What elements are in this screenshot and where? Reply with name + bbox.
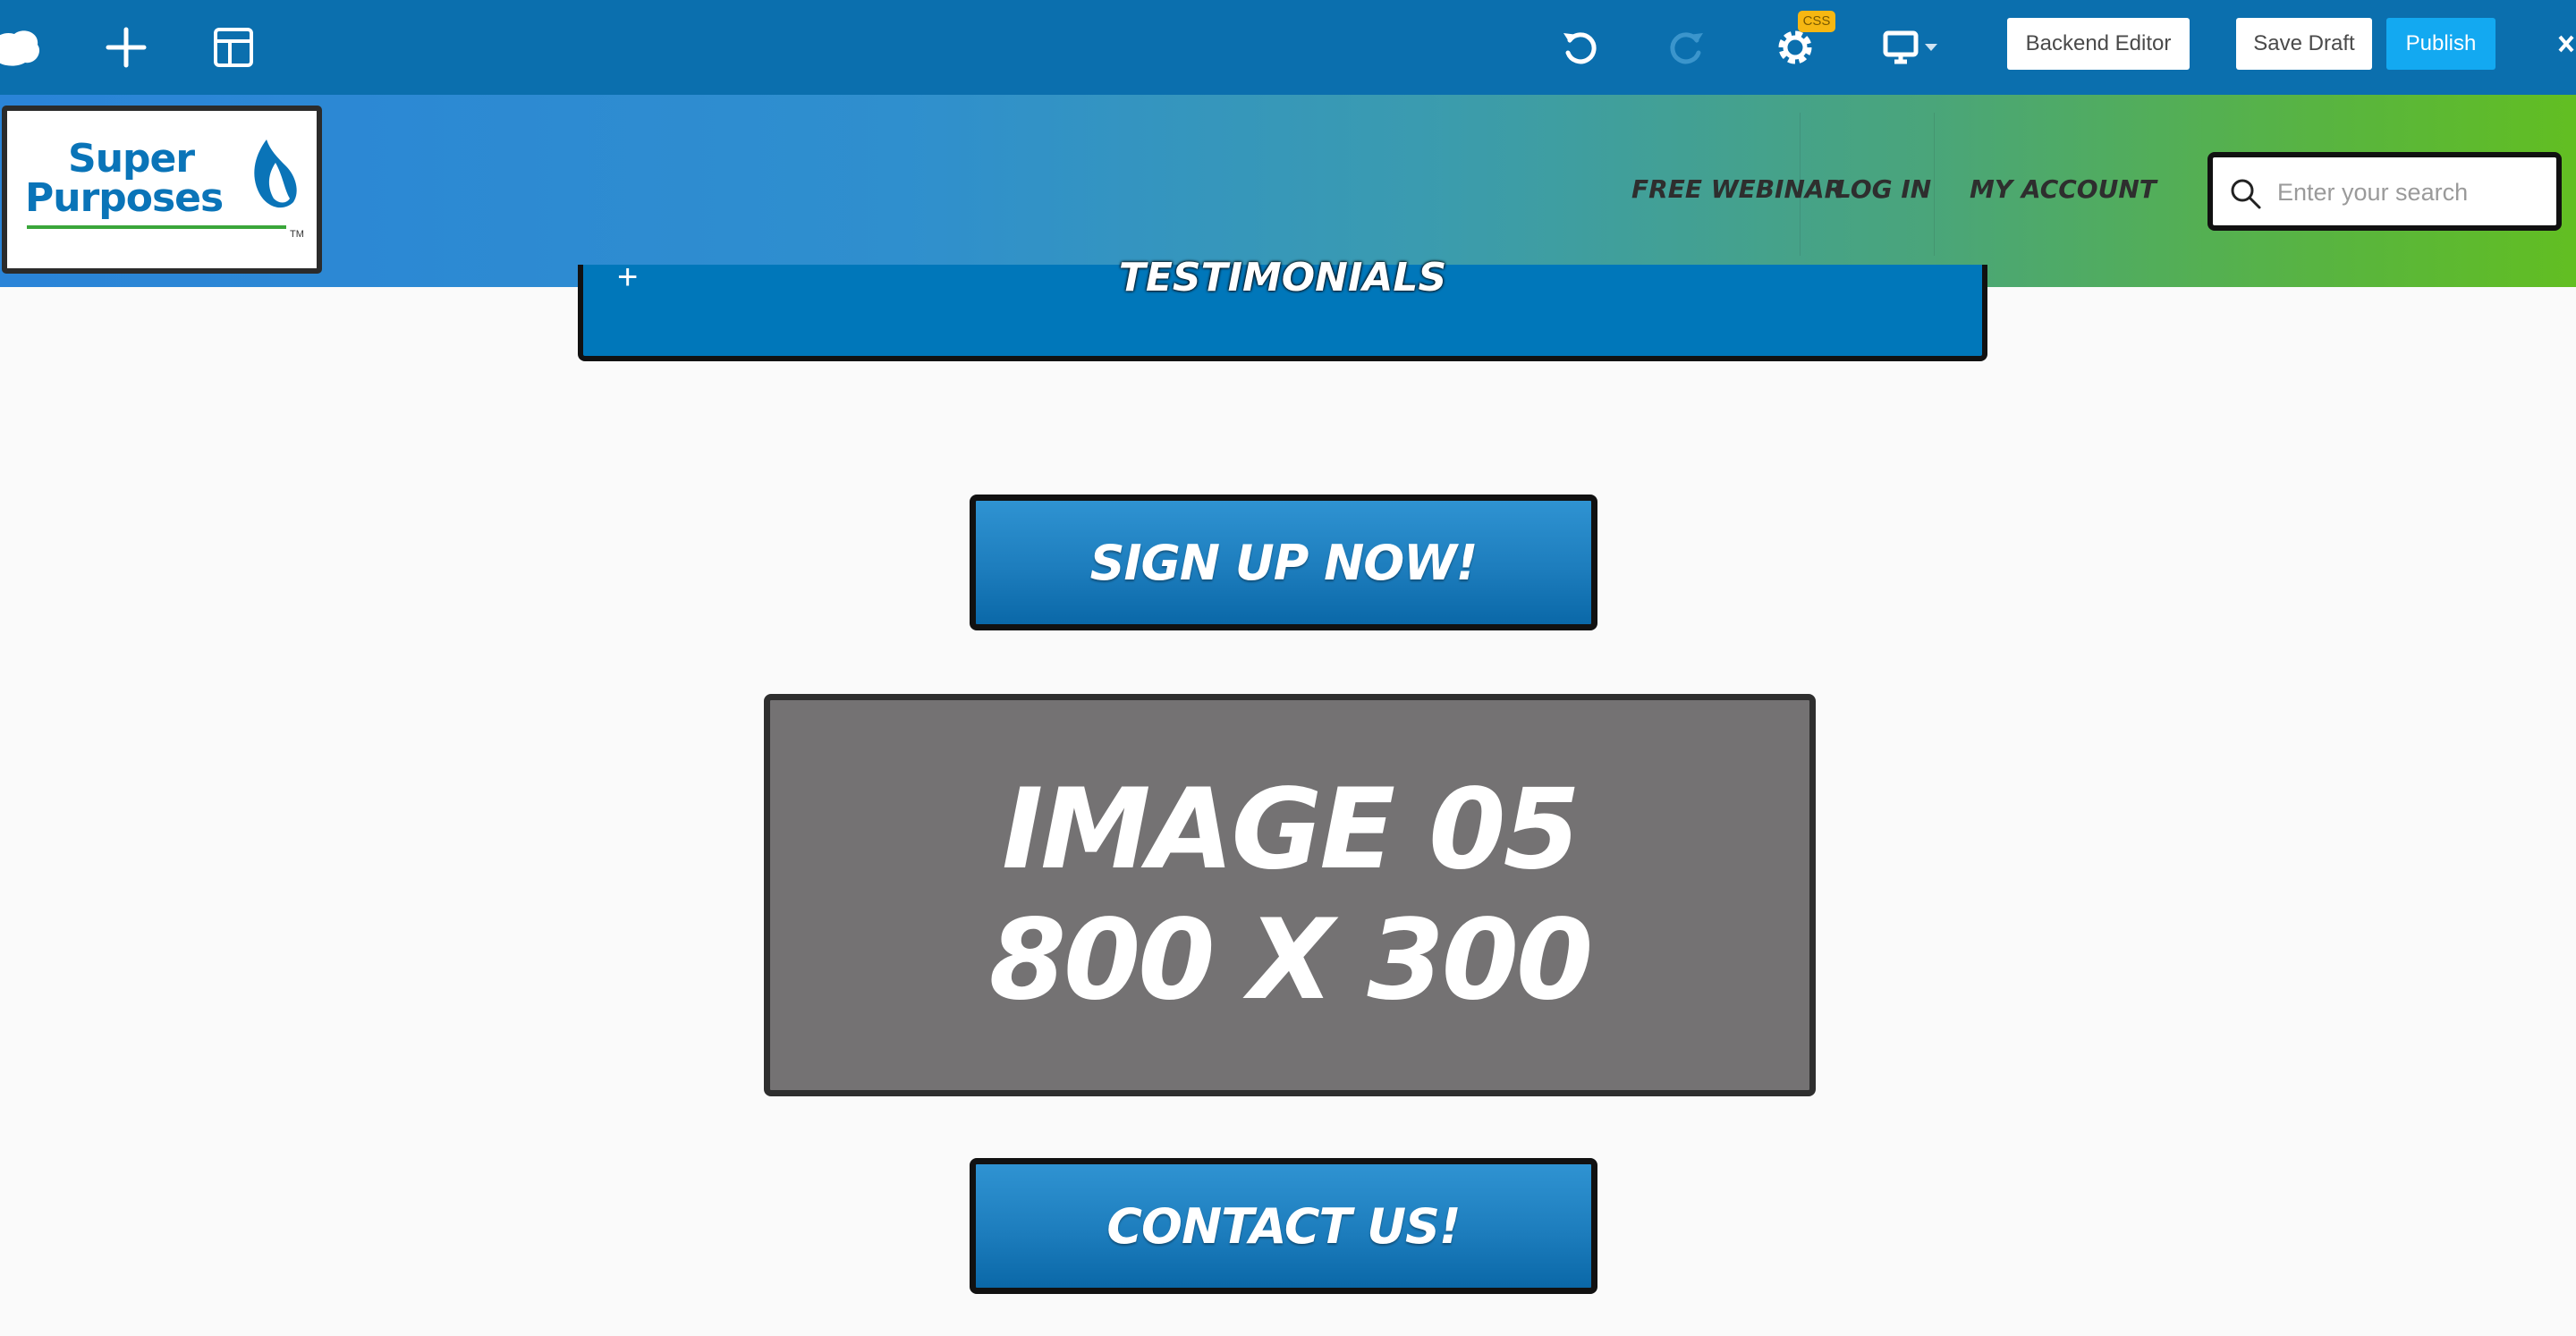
nav-divider: [1800, 113, 1801, 256]
logo-trademark: TM: [290, 229, 304, 240]
contact-us-button[interactable]: CONTACT US!: [970, 1158, 1597, 1294]
redo-icon[interactable]: [1657, 18, 1716, 77]
testimonials-accordion[interactable]: + TESTIMONIALS: [578, 255, 1987, 361]
brand-logo-icon[interactable]: [0, 18, 43, 77]
backend-editor-button[interactable]: Backend Editor: [2007, 18, 2190, 70]
nav-free-webinar[interactable]: FREE WEBINAR: [1631, 163, 1843, 215]
search-box[interactable]: [2207, 152, 2562, 231]
publish-button[interactable]: Publish: [2386, 18, 2496, 70]
nav-divider: [1934, 113, 1935, 256]
placeholder-image: IMAGE 05 800 X 300: [764, 694, 1816, 1096]
logo-text-purposes: Purposes: [25, 175, 224, 221]
save-draft-button[interactable]: Save Draft: [2236, 18, 2372, 70]
device-preview-icon[interactable]: [1871, 18, 1952, 77]
sign-up-button[interactable]: SIGN UP NOW!: [970, 495, 1597, 630]
search-input[interactable]: [2275, 157, 2547, 227]
add-element-icon[interactable]: [97, 18, 156, 77]
css-badge: CSS: [1798, 11, 1835, 32]
close-icon[interactable]: [2555, 18, 2576, 77]
nav-log-in[interactable]: LOG IN: [1835, 163, 1931, 215]
image-label: IMAGE 05: [1002, 765, 1580, 894]
logo-underline: [27, 225, 286, 229]
site-logo[interactable]: Super Purposes TM: [2, 106, 322, 274]
editor-toolbar: CSS Backend Editor Save Draft Publish: [0, 0, 2576, 95]
layout-icon[interactable]: [204, 18, 263, 77]
image-dimensions: 800 X 300: [988, 896, 1594, 1025]
nav-my-account[interactable]: MY ACCOUNT: [1970, 163, 2157, 215]
undo-icon[interactable]: [1551, 18, 1610, 77]
logo-mascot-icon: [254, 140, 297, 208]
accordion-title: TESTIMONIALS: [1118, 255, 1447, 300]
search-icon: [2231, 179, 2261, 209]
